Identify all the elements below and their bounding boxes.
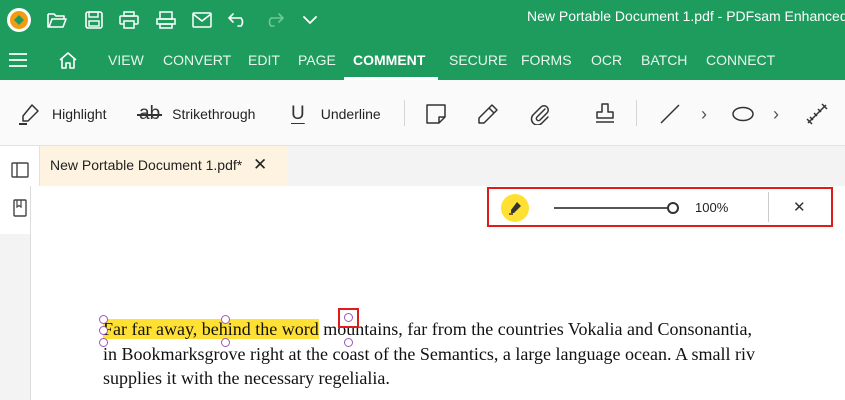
line-more-chevron-icon[interactable]: › — [701, 100, 707, 128]
document-tab[interactable]: New Portable Document 1.pdf* ✕ — [40, 146, 287, 186]
opacity-slider-thumb[interactable] — [667, 202, 679, 214]
menu-bar: VIEW CONVERT EDIT PAGE COMMENT SECURE FO… — [0, 40, 845, 80]
ellipse-button[interactable] — [731, 100, 755, 128]
strikethrough-button[interactable]: ab Strikethrough — [137, 100, 256, 128]
menu-connect[interactable]: CONNECT — [706, 40, 775, 80]
mail-icon[interactable] — [187, 5, 217, 35]
underline-icon: U — [291, 103, 305, 125]
document-tab-label: New Portable Document 1.pdf* — [50, 157, 243, 173]
logo-icon[interactable] — [4, 5, 34, 35]
paragraph-line-2: in Bookmarksgrove right at the coast of … — [103, 344, 755, 364]
selection-handle[interactable] — [99, 315, 108, 324]
home-icon[interactable] — [53, 45, 83, 75]
pencil-button[interactable] — [477, 100, 499, 128]
attachment-button[interactable] — [529, 100, 551, 128]
highlighted-text[interactable]: Far far away, behind the word — [103, 319, 319, 339]
print-icon[interactable] — [114, 5, 144, 35]
highlight-property-bar: 100% ✕ — [487, 187, 833, 227]
highlighter-icon — [19, 104, 39, 125]
menu-convert[interactable]: CONVERT — [163, 40, 231, 80]
opacity-slider-track[interactable] — [554, 207, 674, 209]
line-icon — [660, 104, 680, 124]
open-icon[interactable] — [42, 5, 72, 35]
pencil-icon — [478, 104, 498, 124]
highlight-label: Highlight — [52, 106, 107, 122]
undo-icon[interactable] — [223, 5, 253, 35]
save-icon[interactable] — [79, 5, 109, 35]
hamburger-icon[interactable] — [3, 45, 33, 75]
sidebar-toggle-icon[interactable] — [5, 155, 35, 185]
paragraph-line-1: Far far away, behind the word mountains,… — [103, 319, 752, 340]
menu-forms[interactable]: FORMS — [521, 40, 572, 80]
scan-icon[interactable] — [151, 5, 181, 35]
line-button[interactable] — [659, 100, 681, 128]
stamp-button[interactable] — [593, 100, 617, 128]
sticky-note-icon — [426, 104, 446, 124]
menu-ocr[interactable]: OCR — [591, 40, 622, 80]
paragraph-line-3: supplies it with the necessary regeliali… — [103, 368, 390, 388]
selection-handle[interactable] — [99, 338, 108, 347]
ellipse-icon — [732, 106, 754, 122]
resize-handle-marker[interactable] — [338, 308, 359, 328]
highlight-button[interactable]: Highlight — [18, 100, 106, 128]
measure-icon — [806, 103, 828, 125]
document-tab-bar: New Portable Document 1.pdf* ✕ — [40, 146, 845, 186]
menu-page[interactable]: PAGE — [298, 40, 336, 80]
sticky-note-button[interactable] — [425, 100, 447, 128]
toolbar-divider — [636, 100, 637, 126]
stamp-icon — [596, 103, 614, 123]
window-title: New Portable Document 1.pdf - PDFsam Enh… — [527, 8, 845, 24]
selection-handle[interactable] — [344, 338, 353, 347]
menu-secure[interactable]: SECURE — [449, 40, 507, 80]
underline-glyph: U — [291, 103, 305, 124]
paperclip-icon — [530, 105, 549, 125]
highlighter-icon — [509, 202, 521, 215]
selection-handle[interactable] — [99, 326, 108, 335]
selection-handle[interactable] — [221, 315, 230, 324]
strikethrough-label: Strikethrough — [172, 106, 256, 122]
menu-comment[interactable]: COMMENT — [353, 40, 425, 80]
measure-button[interactable] — [805, 100, 829, 128]
selection-handle[interactable] — [221, 338, 230, 347]
close-tab-icon[interactable]: ✕ — [253, 155, 267, 175]
underline-label: Underline — [320, 106, 381, 122]
highlight-color-swatch[interactable] — [501, 194, 529, 222]
shape-more-chevron-icon[interactable]: › — [773, 100, 779, 128]
title-bar: New Portable Document 1.pdf - PDFsam Enh… — [0, 0, 845, 40]
bar-divider — [768, 192, 769, 222]
menu-edit[interactable]: EDIT — [248, 40, 280, 80]
menu-view[interactable]: VIEW — [108, 40, 144, 80]
underline-button[interactable]: U Underline — [291, 100, 381, 128]
opacity-value: 100% — [695, 200, 729, 215]
close-bar-icon[interactable]: ✕ — [793, 198, 806, 216]
line-1-rest: mountains, far from the countries Vokali… — [318, 319, 753, 339]
more-icon[interactable] — [295, 5, 325, 35]
strikethrough-icon: ab — [137, 103, 163, 125]
redo-icon[interactable] — [259, 5, 289, 35]
menu-batch[interactable]: BATCH — [641, 40, 687, 80]
toolbar-divider — [404, 100, 405, 126]
comment-toolbar: Highlight ab Strikethrough U Underline ›… — [0, 80, 845, 146]
